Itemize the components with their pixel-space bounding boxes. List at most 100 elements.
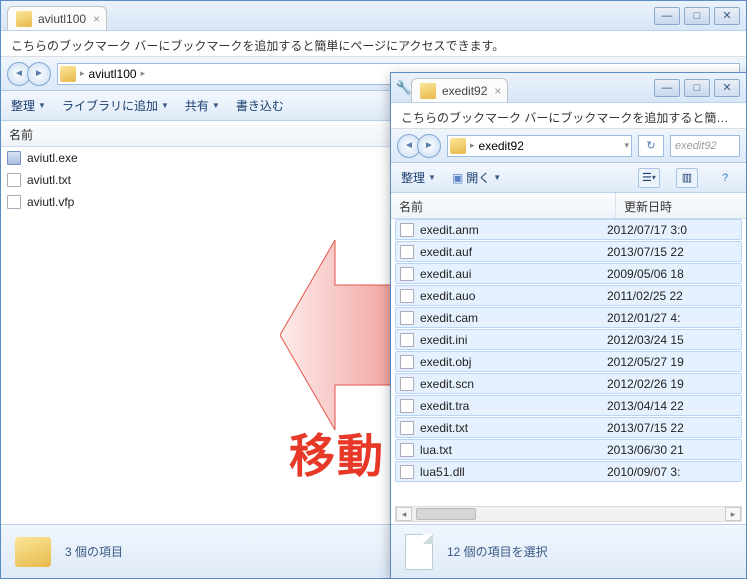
folder-icon (16, 11, 32, 27)
refresh-button[interactable]: ↻ (638, 135, 664, 157)
bookmark-hint: こちらのブックマーク バーにブックマークを追加すると簡単にページにアクセスできま… (1, 31, 746, 57)
file-name: lua51.dll (420, 465, 465, 479)
chevron-right-icon: ▸ (470, 140, 475, 151)
file-icon (7, 173, 21, 187)
file-name: exedit.cam (420, 311, 478, 325)
minimize-button[interactable]: — (654, 79, 680, 97)
file-date: 2012/02/26 19 (607, 377, 737, 391)
move-label: 移動 (289, 420, 385, 486)
maximize-button[interactable]: □ (684, 7, 710, 25)
status-text: 3 個の項目 (65, 543, 123, 560)
breadcrumb[interactable]: ▸ exedit92 ▾ (447, 135, 632, 157)
scroll-thumb[interactable] (416, 508, 476, 520)
file-icon (400, 355, 414, 369)
col-name[interactable]: 名前 (391, 193, 616, 218)
chevron-down-icon: ▼ (161, 101, 169, 110)
status-text: 12 個の項目を選択 (447, 543, 548, 560)
open-menu[interactable]: ▣ 開く▼ (452, 169, 501, 186)
forward-button[interactable]: ► (417, 134, 441, 158)
file-item[interactable]: exedit.tra2013/04/14 22 (395, 395, 742, 416)
file-icon (400, 223, 414, 237)
add-to-library-menu[interactable]: ライブラリに追加▼ (62, 97, 169, 114)
close-tab-icon[interactable]: × (93, 12, 100, 26)
file-icon (400, 267, 414, 281)
col-date[interactable]: 更新日時 (616, 193, 746, 218)
close-tab-icon[interactable]: × (494, 84, 501, 98)
titlebar[interactable]: 🔧 exedit92 × — □ ✕ (391, 73, 746, 103)
file-name: exedit.auo (420, 289, 475, 303)
file-name: exedit.ini (420, 333, 467, 347)
file-date: 2011/02/25 22 (607, 289, 737, 303)
file-icon (400, 245, 414, 259)
file-item[interactable]: exedit.anm2012/07/17 3:0 (395, 219, 742, 240)
scroll-left-button[interactable]: ◂ (396, 507, 412, 521)
search-input[interactable]: exedit92 (670, 135, 740, 157)
file-icon (400, 333, 414, 347)
organize-menu[interactable]: 整理▼ (11, 97, 46, 114)
chevron-down-icon: ▼ (38, 101, 46, 110)
file-icon (400, 465, 414, 479)
file-item[interactable]: exedit.txt2013/07/15 22 (395, 417, 742, 438)
chevron-down-icon[interactable]: ▾ (624, 140, 629, 151)
window-controls: — □ ✕ (654, 7, 740, 25)
file-icon (400, 399, 414, 413)
file-item[interactable]: exedit.cam 2012/01/27 4: (395, 307, 742, 328)
file-name: exedit.anm (420, 223, 479, 237)
file-date: 2012/01/27 4: (607, 311, 737, 325)
tab-exedit92[interactable]: exedit92 × (411, 78, 508, 102)
share-menu[interactable]: 共有▼ (185, 97, 220, 114)
file-item[interactable]: lua.txt2013/06/30 21 (395, 439, 742, 460)
file-name: aviutl.exe (27, 151, 78, 165)
preview-pane-button[interactable]: ▥ (676, 168, 698, 188)
file-icon (400, 443, 414, 457)
burn-button[interactable]: 書き込む (236, 97, 284, 114)
file-date: 2013/07/15 22 (607, 245, 737, 259)
file-item[interactable]: exedit.aui 2009/05/06 18 (395, 263, 742, 284)
status-bar: 12 個の項目を選択 (391, 524, 746, 578)
window-controls: — □ ✕ (654, 79, 740, 97)
file-name: exedit.obj (420, 355, 471, 369)
tab-label: exedit92 (442, 84, 487, 98)
file-icon (400, 421, 414, 435)
file-item[interactable]: exedit.obj 2012/05/27 19 (395, 351, 742, 372)
horizontal-scrollbar[interactable]: ◂ ▸ (395, 506, 742, 522)
file-item[interactable]: exedit.auo 2011/02/25 22 (395, 285, 742, 306)
close-button[interactable]: ✕ (714, 7, 740, 25)
file-item[interactable]: exedit.ini 2012/03/24 15 (395, 329, 742, 350)
page-icon (405, 534, 433, 570)
file-name: exedit.aui (420, 267, 471, 281)
scroll-right-button[interactable]: ▸ (725, 507, 741, 521)
organize-menu[interactable]: 整理▼ (401, 169, 436, 186)
view-menu[interactable]: ☰▾ (638, 168, 660, 188)
titlebar[interactable]: aviutl100 × — □ ✕ (1, 1, 746, 31)
file-date: 2009/05/06 18 (607, 267, 737, 281)
file-date: 2012/05/27 19 (607, 355, 737, 369)
file-item[interactable]: lua51.dll 2010/09/07 3: (395, 461, 742, 482)
breadcrumb-label[interactable]: aviutl100 (89, 67, 137, 81)
file-name: lua.txt (420, 443, 452, 457)
file-name: exedit.scn (420, 377, 474, 391)
file-name: aviutl.vfp (27, 195, 74, 209)
file-list: exedit.anm2012/07/17 3:0 exedit.auf 2013/0… (391, 219, 746, 482)
tab-aviutl100[interactable]: aviutl100 × (7, 6, 107, 30)
close-button[interactable]: ✕ (714, 79, 740, 97)
minimize-button[interactable]: — (654, 7, 680, 25)
file-name: exedit.auf (420, 245, 472, 259)
chevron-right-icon: ▸ (80, 68, 85, 79)
forward-button[interactable]: ► (27, 62, 51, 86)
address-bar: ◄ ► ▸ exedit92 ▾ ↻ exedit92 (391, 129, 746, 163)
chevron-down-icon: ▼ (428, 173, 436, 182)
tab-label: aviutl100 (38, 12, 86, 26)
file-item[interactable]: exedit.scn 2012/02/26 19 (395, 373, 742, 394)
help-button[interactable]: ? (714, 168, 736, 188)
nav-buttons: ◄ ► (397, 134, 441, 158)
bookmark-hint: こちらのブックマーク バーにブックマークを追加すると簡… (391, 103, 746, 129)
file-item[interactable]: exedit.auf 2013/07/15 22 (395, 241, 742, 262)
breadcrumb-label[interactable]: exedit92 (479, 139, 524, 153)
file-date: 2010/09/07 3: (607, 465, 737, 479)
file-date: 2012/03/24 15 (607, 333, 737, 347)
maximize-button[interactable]: □ (684, 79, 710, 97)
window-exedit92: 🔧 exedit92 × — □ ✕ こちらのブックマーク バーにブックマークを… (390, 72, 747, 579)
file-name: aviutl.txt (27, 173, 71, 187)
folder-icon (60, 66, 76, 82)
